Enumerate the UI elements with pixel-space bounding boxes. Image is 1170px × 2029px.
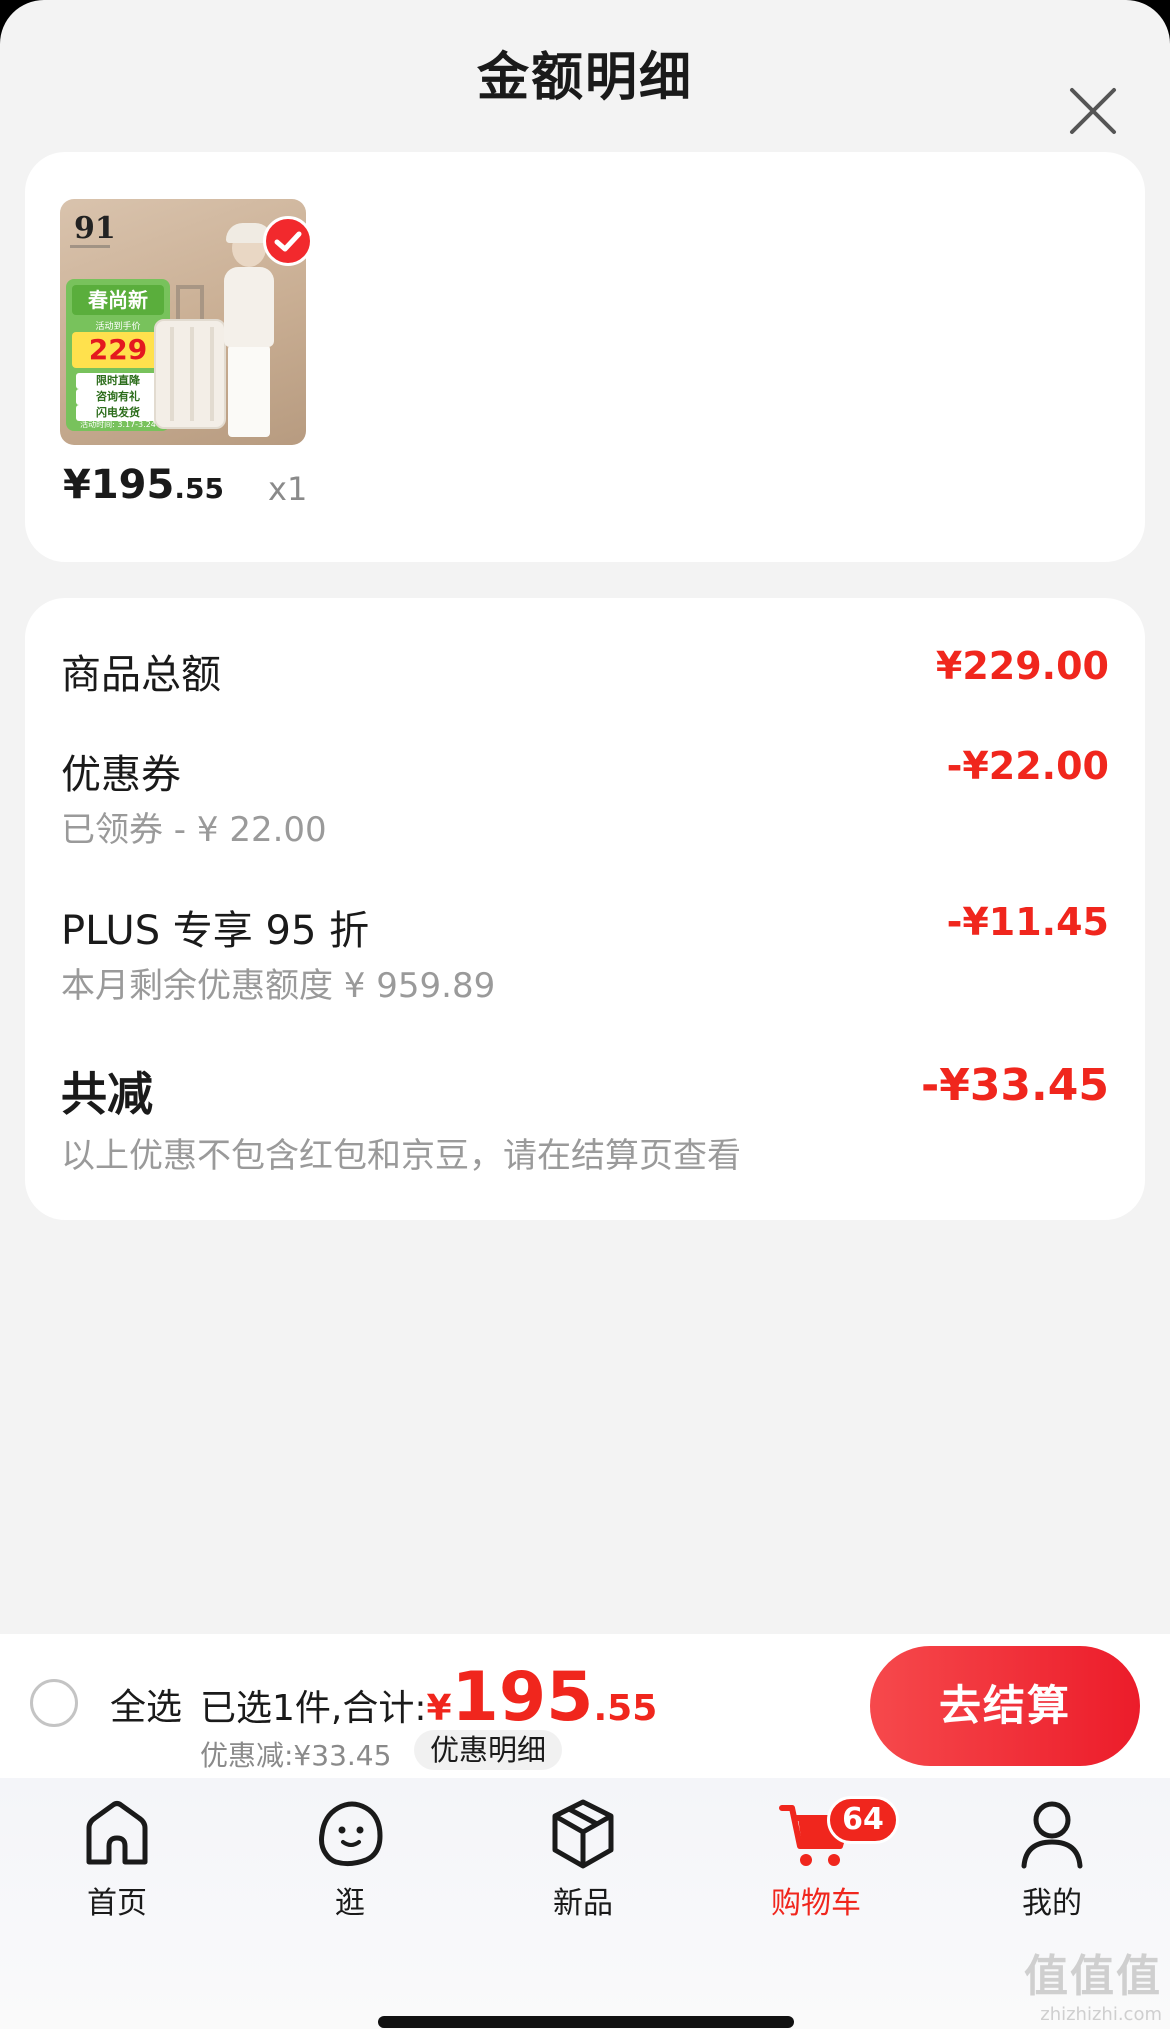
tab-home[interactable]: 首页	[42, 1796, 192, 1926]
checkout-bar: 全选 已选1件,合计:¥195.55 优惠减:¥33.45 优惠明细 去结算	[0, 1634, 1170, 1778]
home-icon	[86, 1801, 148, 1865]
row-sub: 已领券 - ¥ 22.00	[61, 810, 327, 850]
tab-cart[interactable]: 64 购物车	[741, 1796, 899, 1926]
cart-count-badge: 64	[827, 1796, 899, 1844]
promo-title: 春尚新	[72, 285, 164, 315]
select-all-label[interactable]: 全选	[110, 1678, 182, 1730]
row-goods-total: 商品总额 ¥229.00	[61, 642, 1109, 702]
promo-date: 活动时间: 3.17-3.24	[80, 420, 156, 429]
discount-detail-button[interactable]: 优惠明细	[414, 1730, 563, 1770]
amount-detail-sheet: 金额明细 91 春尚新 活动到手价 229 限时直降 咨询有礼 闪电发货 活动时…	[0, 0, 1170, 2029]
suitcase-handle	[176, 285, 204, 321]
row-value: ¥229.00	[935, 644, 1109, 688]
row-label: 商品总额	[61, 652, 221, 698]
tab-new-products[interactable]: 新品	[508, 1796, 658, 1926]
brand-logo: 91	[74, 211, 116, 246]
tab-profile[interactable]: 我的	[977, 1796, 1127, 1926]
row-sub: 以上优惠不包含红包和京豆，请在结算页查看	[61, 1136, 741, 1176]
row-value: -¥11.45	[946, 900, 1109, 944]
checked-icon[interactable]	[263, 216, 313, 266]
checkout-button[interactable]: 去结算	[870, 1646, 1140, 1766]
tab-label: 首页	[87, 1886, 147, 1921]
product-card: 91 春尚新 活动到手价 229 限时直降 咨询有礼 闪电发货 活动时间: 3.…	[25, 152, 1145, 562]
row-value: -¥33.45	[920, 1060, 1109, 1111]
breakdown-card: 商品总额 ¥229.00 优惠券 -¥22.00 已领券 - ¥ 22.00 P…	[25, 598, 1145, 1220]
row-value: -¥22.00	[946, 744, 1109, 788]
item-quantity: x1	[268, 470, 308, 508]
tab-label: 逛	[335, 1886, 365, 1921]
tab-label: 新品	[553, 1886, 613, 1921]
suitcase-illustration	[154, 319, 226, 429]
row-sub: 本月剩余优惠额度 ¥ 959.89	[61, 966, 496, 1006]
tab-label: 购物车	[771, 1886, 861, 1921]
discount-text: 优惠减:¥33.45	[200, 1739, 392, 1772]
row-total-saved: 共减 -¥33.45 以上优惠不包含红包和京豆，请在结算页查看	[61, 1058, 1109, 1188]
row-label: 共减	[61, 1067, 153, 1121]
promo-tag: 咨询有礼	[76, 389, 160, 405]
box-icon	[552, 1799, 614, 1869]
close-icon[interactable]	[1066, 84, 1120, 138]
home-indicator[interactable]	[378, 2016, 794, 2028]
row-label: 优惠券	[61, 752, 181, 798]
watermark: 值值值 zhizhizhi.com	[1024, 1951, 1162, 2025]
row-label: PLUS 专享 95 折	[61, 908, 370, 954]
tab-bar: 首页 逛 新品 64 购物车 我的	[0, 1778, 1170, 2029]
selected-summary: 已选1件,合计:¥195.55	[200, 1658, 658, 1737]
row-plus-discount: PLUS 专享 95 折 -¥11.45 本月剩余优惠额度 ¥ 959.89	[61, 898, 1109, 1008]
tab-explore[interactable]: 逛	[275, 1796, 425, 1926]
item-price: ¥195.55	[63, 462, 224, 508]
row-coupon: 优惠券 -¥22.00 已领券 - ¥ 22.00	[61, 742, 1109, 852]
promo-tag: 限时直降	[76, 373, 160, 389]
sheet-header: 金额明细	[0, 38, 1170, 134]
explore-icon	[319, 1801, 383, 1867]
promo-note: 活动到手价	[95, 322, 141, 332]
user-icon	[1021, 1801, 1083, 1869]
promo-price: 229	[72, 332, 164, 368]
sheet-title: 金额明细	[476, 48, 693, 108]
tab-label: 我的	[1022, 1886, 1082, 1921]
select-all-radio[interactable]	[30, 1679, 78, 1727]
